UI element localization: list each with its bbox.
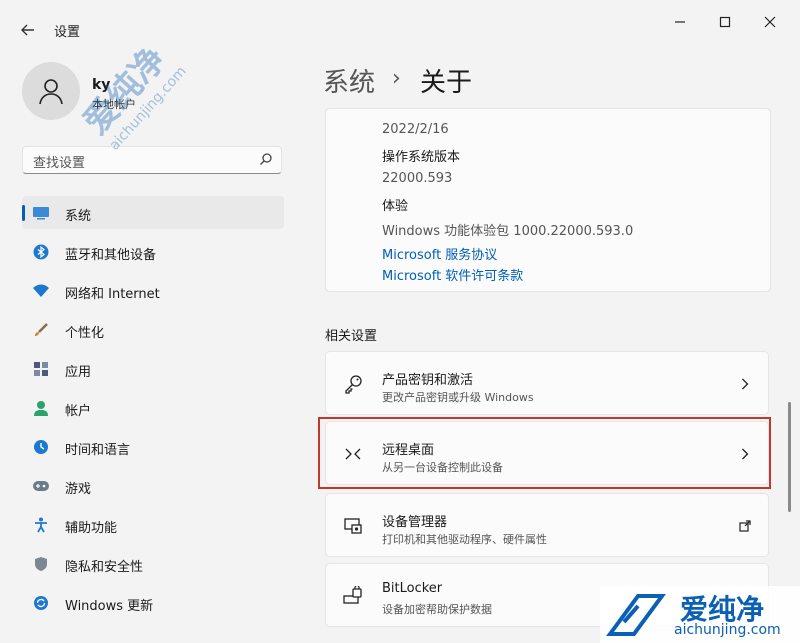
back-button[interactable] [14,18,42,42]
watermark-logo-url: aichunjing.com [674,622,781,638]
time-language-icon [32,438,50,456]
card-title: 产品密钥和激活 [382,373,474,388]
chevron-right-icon [738,377,752,391]
maximize-icon [719,16,731,28]
sidebar-item-system[interactable]: 系统 [22,196,284,229]
watermark-logo: 爱纯净 aichunjing.com [600,586,800,643]
external-link-icon [738,519,752,533]
watermark-logo-icon [606,594,666,636]
windows-update-icon [32,594,50,612]
close-icon [764,16,776,28]
related-settings-title: 相关设置 [325,329,378,344]
page-title: 关于 [420,68,473,98]
card-title: BitLocker [382,581,443,596]
apps-icon [32,360,50,378]
card-subtitle: 更改产品密钥或升级 Windows [382,391,534,404]
breadcrumb-separator: › [392,66,401,91]
minimize-button[interactable] [660,8,700,36]
network-icon [32,282,50,300]
os-build: 22000.593 [382,171,453,186]
maximize-button[interactable] [705,8,745,36]
product-key-card[interactable]: 产品密钥和激活 更改产品密钥或升级 Windows [325,351,769,415]
personalization-icon [32,321,50,339]
experience-label: 体验 [382,199,409,214]
sidebar-item-personalization[interactable]: 个性化 [22,313,284,346]
os-build-label: 操作系统版本 [382,150,461,165]
search-placeholder: 查找设置 [33,156,86,171]
search-icon [260,153,272,165]
sidebar-nav: 系统 蓝牙和其他设备 网络和 Internet 个性化 应用 帐户 时间和语言 … [22,196,284,625]
device-manager-icon [342,515,364,537]
card-title: 设备管理器 [382,515,448,530]
sidebar-item-label: 网络和 Internet [65,287,160,302]
system-icon [32,204,50,222]
sidebar-item-label: 帐户 [65,404,92,419]
sidebar-item-accessibility[interactable]: 辅助功能 [22,508,284,541]
sidebar-item-windows-update[interactable]: Windows 更新 [22,586,284,619]
sidebar-item-label: 辅助功能 [65,521,118,536]
sidebar-item-label: 隐私和安全性 [65,560,144,575]
highlight-frame [318,417,771,489]
arrow-left-icon [21,24,34,36]
breadcrumb-parent[interactable]: 系统 [323,62,375,99]
bluetooth-icon [32,243,50,261]
sidebar-item-label: 蓝牙和其他设备 [65,248,157,263]
sidebar-item-label: Windows 更新 [65,599,154,614]
accessibility-icon [32,516,50,534]
minimize-icon [675,21,685,23]
device-manager-card[interactable]: 设备管理器 打印机和其他驱动程序、硬件属性 [325,493,769,557]
app-title: 设置 [54,25,81,40]
sidebar-item-label: 系统 [65,209,92,224]
close-button[interactable] [750,8,790,36]
sidebar-item-label: 应用 [65,365,92,380]
key-icon [342,373,364,395]
sidebar-item-privacy[interactable]: 隐私和安全性 [22,547,284,580]
experience-value: Windows 功能体验包 1000.22000.593.0 [382,224,634,239]
sidebar-item-network[interactable]: 网络和 Internet [22,274,284,307]
sidebar-item-label: 时间和语言 [65,443,131,458]
scrollbar-thumb[interactable] [788,402,791,512]
privacy-icon [32,555,50,573]
sidebar-item-gaming[interactable]: 游戏 [22,469,284,502]
card-subtitle: 设备加密帮助保护数据 [382,603,492,616]
services-agreement-link[interactable]: Microsoft 服务协议 [382,244,497,263]
sidebar-item-label: 个性化 [65,326,105,341]
sidebar-item-time-language[interactable]: 时间和语言 [22,430,284,463]
bitlocker-icon [342,585,364,607]
sidebar-item-apps[interactable]: 应用 [22,352,284,385]
sidebar-item-label: 游戏 [65,482,92,497]
card-subtitle: 打印机和其他驱动程序、硬件属性 [382,533,547,546]
windows-spec-card: 2022/2/16 操作系统版本 22000.593 体验 Windows 功能… [325,108,771,292]
install-date: 2022/2/16 [382,122,449,137]
sidebar-item-bluetooth[interactable]: 蓝牙和其他设备 [22,235,284,268]
user-icon [39,79,63,105]
accounts-icon [32,399,50,417]
gaming-icon [32,477,50,495]
sidebar-item-accounts[interactable]: 帐户 [22,391,284,424]
license-terms-link[interactable]: Microsoft 软件许可条款 [382,265,523,284]
